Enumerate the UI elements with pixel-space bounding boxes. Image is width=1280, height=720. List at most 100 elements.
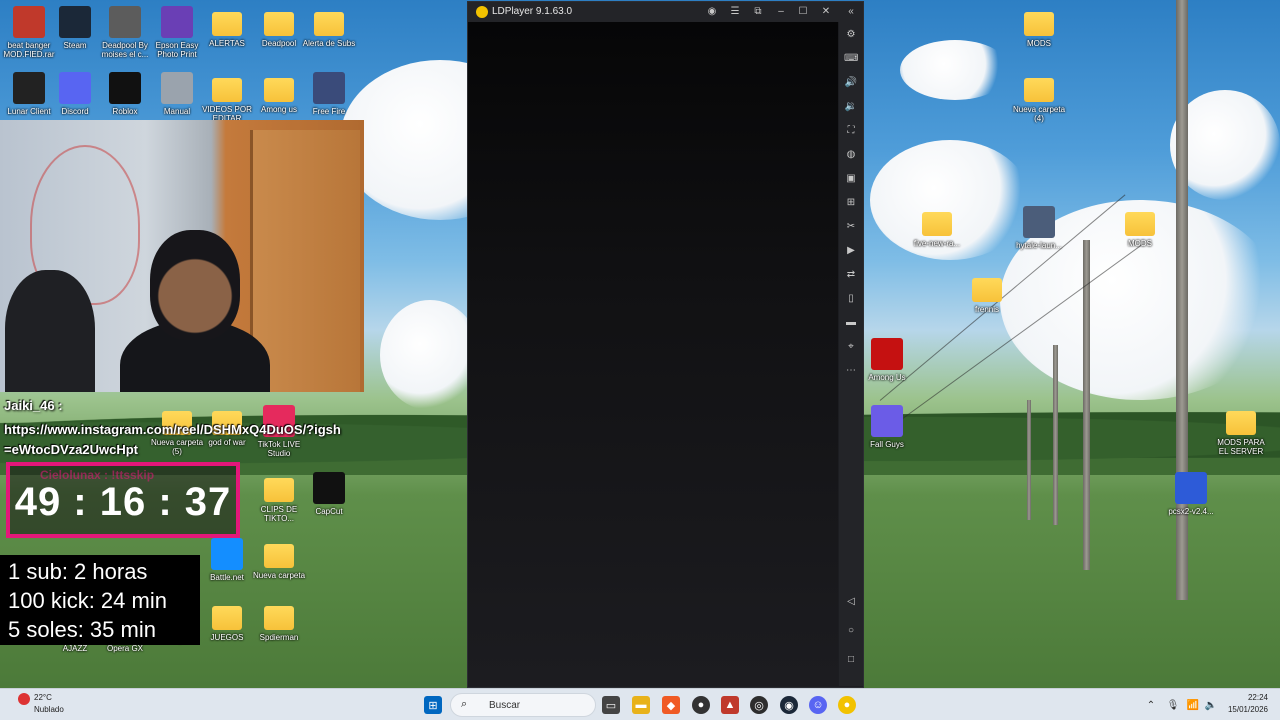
desktop-icon-label: ALERTAS: [209, 39, 245, 48]
maximize-icon[interactable]: ☐: [796, 5, 810, 19]
android-screen[interactable]: [468, 22, 838, 686]
desktop-icon[interactable]: Roblox: [96, 72, 154, 116]
ldplayer-icon[interactable]: ●: [838, 696, 856, 714]
discord-icon: [59, 72, 91, 104]
webcam-feed: [0, 120, 364, 392]
desktop-icon[interactable]: JUEGOS: [198, 600, 256, 642]
scissors-icon[interactable]: ✂: [844, 220, 858, 234]
weather-alert-icon[interactable]: [18, 693, 30, 705]
more-icon[interactable]: ⋯: [844, 364, 858, 378]
weather-temperature[interactable]: 22°C: [34, 693, 52, 702]
desktop-icon-label: MODS: [1027, 39, 1051, 48]
pcsx2-icon: [1175, 472, 1207, 504]
microphone-icon[interactable]: 🎙: [1164, 696, 1182, 714]
desktop-icon-label: MODS: [1128, 239, 1152, 248]
desktop-icon[interactable]: Nueva carpeta (4): [1010, 72, 1068, 123]
video-icon[interactable]: ▶: [844, 244, 858, 258]
steam-icon[interactable]: ◉: [780, 696, 798, 714]
volume-up-icon[interactable]: 🔊: [844, 76, 858, 90]
discord-icon[interactable]: ☺: [809, 696, 827, 714]
rate-sub: 1 sub: 2 horas: [8, 559, 148, 584]
restore-icon[interactable]: ⧉: [751, 5, 765, 19]
desktop-icon[interactable]: Alerta de Subs: [300, 6, 358, 48]
home-icon[interactable]: ○: [844, 624, 858, 638]
desktop-icon-label: Among Us: [868, 373, 906, 382]
desktop-icon-label: Nueva carpeta: [252, 571, 306, 580]
account-icon[interactable]: ◉: [705, 5, 719, 19]
obs-icon[interactable]: ●: [692, 696, 710, 714]
recent-apps-icon[interactable]: □: [844, 653, 858, 667]
file-explorer-icon[interactable]: ▬: [632, 696, 650, 714]
clock-date[interactable]: 15/01/2026: [1220, 705, 1268, 714]
chat-username: Jaiki_46 :: [4, 398, 63, 413]
volume-down-icon[interactable]: 🔉: [844, 100, 858, 114]
desktop-icon-label: Roblox: [112, 107, 138, 116]
keyboard-icon[interactable]: ⌨: [844, 52, 858, 66]
among-us-icon: [871, 338, 903, 370]
record-icon[interactable]: ◍: [844, 148, 858, 162]
folder-icon: [1125, 212, 1155, 236]
desktop-icon-label: Alerta de Subs: [302, 39, 356, 48]
screenshot-icon[interactable]: ▣: [844, 172, 858, 186]
desktop-icon[interactable]: ALERTAS: [198, 6, 256, 48]
multi-instance-icon[interactable]: ⊞: [844, 196, 858, 210]
desktop-icon[interactable]: pcsx2-v2.4...: [1162, 472, 1220, 516]
xbox-icon[interactable]: ◎: [750, 696, 768, 714]
task-view-icon[interactable]: ▭: [602, 696, 620, 714]
desktop-icon[interactable]: Free Fire: [300, 72, 358, 116]
lunar-client-icon: [13, 72, 45, 104]
start-icon[interactable]: ⊞: [424, 696, 442, 714]
collapse-icon[interactable]: «: [844, 5, 858, 19]
desktop-icon[interactable]: Deadpool By moises el c...: [96, 6, 154, 59]
desktop-icon-label: JUEGOS: [210, 633, 244, 642]
desktop-icon-label: Nueva carpeta (4): [1012, 105, 1066, 123]
desktop-icon[interactable]: Nueva carpeta: [250, 538, 308, 580]
subathon-rates: 1 sub: 2 horas 100 kick: 24 min 5 soles:…: [0, 555, 200, 645]
desktop-icon[interactable]: VIDEOS POR EDITAR: [198, 72, 256, 123]
minimize-icon[interactable]: –: [774, 5, 788, 19]
desktop-icon[interactable]: MODS: [1111, 206, 1169, 248]
folder-icon[interactable]: ▬: [844, 316, 858, 330]
back-icon[interactable]: ◁: [844, 595, 858, 609]
settings-icon[interactable]: ⚙: [844, 28, 858, 42]
desktop-icon[interactable]: hytale-laun...: [1010, 206, 1068, 250]
fullscreen-icon[interactable]: ⛶: [844, 124, 858, 138]
volume-icon[interactable]: 🔈: [1202, 696, 1220, 714]
desktop-icon[interactable]: MODS PARA EL SERVER: [1212, 405, 1270, 456]
desktop-icon[interactable]: MODS: [1010, 6, 1068, 48]
sync-icon[interactable]: ⇄: [844, 268, 858, 282]
folder-icon: [1226, 411, 1256, 435]
desktop-icon[interactable]: Spdierman: [250, 600, 308, 642]
close-icon[interactable]: ✕: [819, 5, 833, 19]
desktop-icon-label: CapCut: [315, 507, 343, 516]
desktop-icon[interactable]: frennis: [958, 272, 1016, 314]
desktop-icon[interactable]: Battle.net: [198, 538, 256, 582]
streamer: [120, 230, 270, 392]
desktop-icon-label: Fall Guys: [870, 440, 904, 449]
folder-icon: [314, 12, 344, 36]
menu-icon[interactable]: ☰: [728, 5, 742, 19]
desktop-icon[interactable]: five-new-ra...: [908, 206, 966, 248]
chevron-up-icon[interactable]: ⌃: [1142, 696, 1160, 714]
desktop-icon[interactable]: CapCut: [300, 472, 358, 516]
shake-icon[interactable]: ▯: [844, 292, 858, 306]
steam-icon: [59, 6, 91, 38]
desktop-icon[interactable]: Among Us: [858, 338, 916, 382]
folder-icon: [264, 478, 294, 502]
brave-icon[interactable]: ◆: [662, 696, 680, 714]
folder-icon: [264, 544, 294, 568]
folder-icon: [264, 78, 294, 102]
weather-status[interactable]: Nublado: [34, 705, 64, 714]
chat-message: https://www.instagram.com/reel/DSHMxQ4Du…: [4, 422, 341, 457]
cloud: [380, 300, 480, 410]
utility-pole: [1053, 345, 1058, 525]
location-icon[interactable]: ⌖: [844, 340, 858, 354]
adobe-icon[interactable]: ▲: [721, 696, 739, 714]
ldplayer-titlebar[interactable]: LDPlayer 9.1.63.0 ◉ ☰ ⧉ – ☐ ✕ «: [468, 2, 863, 22]
clock-time[interactable]: 22:24: [1220, 693, 1268, 702]
wifi-icon[interactable]: 📶: [1184, 696, 1202, 714]
ldplayer-window: LDPlayer 9.1.63.0 ◉ ☰ ⧉ – ☐ ✕ « ⚙ ⌨ 🔊 🔉 …: [467, 1, 864, 688]
desktop-icon[interactable]: Fall Guys: [858, 405, 916, 449]
search-box[interactable]: ⌕ Buscar: [450, 693, 596, 717]
folder-icon: [922, 212, 952, 236]
